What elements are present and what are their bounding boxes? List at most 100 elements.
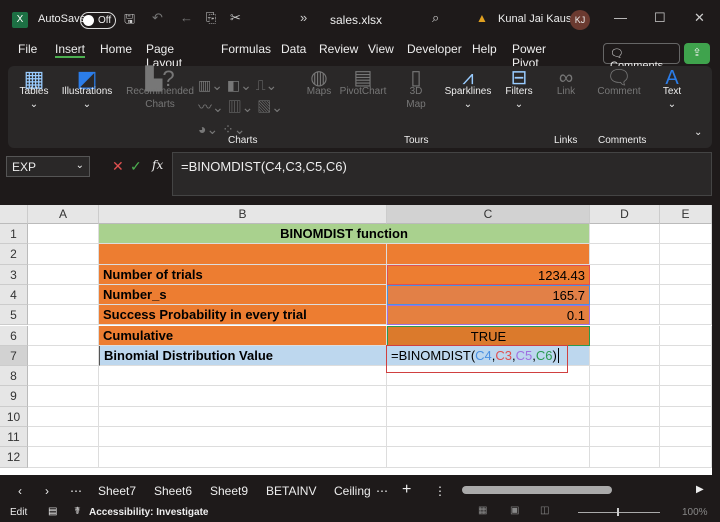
column-header-c[interactable]: C <box>387 205 590 224</box>
row-header[interactable]: 5 <box>0 305 28 326</box>
empty-cell[interactable] <box>660 386 712 407</box>
empty-cell[interactable] <box>660 305 712 326</box>
column-header-e[interactable]: E <box>660 205 712 224</box>
empty-cell[interactable] <box>590 224 660 245</box>
sparklines-button[interactable]: ⩘ Sparklines ⌄ <box>444 68 492 111</box>
empty-cell[interactable] <box>590 366 660 387</box>
add-sheet-icon[interactable]: + <box>402 481 411 499</box>
minimize-icon[interactable]: — <box>614 10 627 25</box>
formula-input[interactable]: =BINOMDIST(C4,C3,C5,C6) <box>172 152 712 196</box>
sheet-tab[interactable]: Sheet7 <box>98 484 136 498</box>
empty-cell[interactable] <box>660 406 712 427</box>
row-header[interactable]: 6 <box>0 325 28 346</box>
empty-cell[interactable] <box>660 427 712 448</box>
empty-cell[interactable] <box>590 386 660 407</box>
empty-cell[interactable] <box>660 264 712 285</box>
select-all[interactable] <box>0 205 28 224</box>
empty-cell[interactable] <box>28 406 99 427</box>
sheet-tab[interactable]: Sheet9 <box>210 484 248 498</box>
row-header[interactable]: 2 <box>0 244 28 265</box>
row-header[interactable]: 1 <box>0 224 28 245</box>
empty-cell[interactable] <box>28 345 99 367</box>
empty-cell[interactable] <box>590 406 660 427</box>
empty-cell[interactable] <box>590 305 660 326</box>
empty-cell[interactable] <box>28 305 99 326</box>
cell-c3[interactable]: 1234.43 <box>387 264 590 285</box>
macro-icon[interactable]: ▤ <box>48 506 57 517</box>
recommended-charts-button[interactable]: ▙? Recommended Charts <box>126 68 194 111</box>
empty-cell[interactable] <box>590 447 660 468</box>
file-name[interactable]: sales.xlsx <box>330 13 382 27</box>
tab-developer[interactable]: Developer <box>407 42 462 56</box>
empty-cell[interactable] <box>28 325 99 346</box>
tab-home[interactable]: Home <box>100 42 132 56</box>
more-icon[interactable]: » <box>300 10 307 25</box>
row-header[interactable]: 8 <box>0 366 28 387</box>
search-icon[interactable]: ⌕ <box>432 10 439 26</box>
share-button[interactable]: ⇪ <box>684 43 710 64</box>
pivotchart-button[interactable]: ▤ PivotChart <box>338 68 388 98</box>
sheet-tab[interactable]: Ceiling <box>334 484 371 498</box>
tab-help[interactable]: Help <box>472 42 497 56</box>
empty-cell[interactable] <box>99 366 387 387</box>
zoom-slider-thumb[interactable] <box>617 508 619 516</box>
tab-insert[interactable]: Insert <box>55 42 86 58</box>
cell-b5[interactable]: Success Probability in every trial <box>99 305 387 326</box>
empty-cell[interactable] <box>99 406 387 427</box>
empty-cell[interactable] <box>28 447 99 468</box>
empty-cell[interactable] <box>28 224 99 245</box>
more-sheets-icon[interactable]: ⋯ <box>70 484 82 498</box>
horizontal-scrollbar[interactable] <box>462 486 612 494</box>
empty-cell[interactable] <box>660 224 712 245</box>
row-header[interactable]: 3 <box>0 264 28 285</box>
filters-button[interactable]: ⊟ Filters ⌄ <box>504 68 534 111</box>
empty-cell[interactable] <box>660 366 712 387</box>
undo-icon[interactable]: ↶ <box>152 10 163 26</box>
maximize-icon[interactable]: ☐ <box>654 10 666 26</box>
chart-types-gallery[interactable]: ▥⌄ ◧⌄ ⎍⌄ 〰⌄ ▥⌄ ▧⌄ ◕⌄ ⁘⌄ <box>198 74 298 140</box>
empty-cell[interactable] <box>28 264 99 285</box>
tab-data[interactable]: Data <box>281 42 306 56</box>
prev-sheet-icon[interactable]: ‹ <box>18 484 22 498</box>
next-sheet-icon[interactable]: › <box>45 484 49 498</box>
illustrations-button[interactable]: ◩ Illustrations ⌄ <box>58 68 116 111</box>
cell-b6[interactable]: Cumulative <box>99 325 387 346</box>
empty-cell[interactable] <box>660 345 712 367</box>
zoom-slider[interactable] <box>578 512 660 513</box>
normal-view-icon[interactable]: ▦ <box>478 505 487 516</box>
empty-cell[interactable] <box>590 284 660 306</box>
empty-cell[interactable] <box>387 427 590 448</box>
tab-formulas[interactable]: Formulas <box>221 42 271 56</box>
cell-c2[interactable] <box>387 244 590 265</box>
fx-icon[interactable]: fx <box>152 158 163 172</box>
tab-file[interactable]: File <box>18 42 37 56</box>
row-header[interactable]: 11 <box>0 427 28 448</box>
row-header[interactable]: 9 <box>0 386 28 407</box>
row-header[interactable]: 12 <box>0 447 28 468</box>
cell-b7[interactable]: Binomial Distribution Value <box>99 345 387 367</box>
spreadsheet-grid[interactable]: A B C D E 1 2 3 4 5 6 7 8 9 10 11 12 BINOMDIST func… <box>0 205 712 475</box>
empty-cell[interactable] <box>660 447 712 468</box>
empty-cell[interactable] <box>387 447 590 468</box>
more-sheets-icon[interactable]: ⋯ <box>376 484 388 498</box>
sheet-tab[interactable]: Sheet6 <box>154 484 192 498</box>
empty-cell[interactable] <box>660 244 712 265</box>
page-layout-view-icon[interactable]: ▣ <box>510 505 519 516</box>
copy-icon[interactable]: ⎘ <box>206 10 216 26</box>
row-header[interactable]: 10 <box>0 406 28 427</box>
text-button[interactable]: A Text ⌄ <box>660 68 684 111</box>
column-header-d[interactable]: D <box>590 205 660 224</box>
maps-button[interactable]: ◍ Maps <box>304 68 334 98</box>
sheet-tab[interactable]: BETAINV <box>266 484 316 498</box>
empty-cell[interactable] <box>590 244 660 265</box>
empty-cell[interactable] <box>387 386 590 407</box>
cell-b2[interactable] <box>99 244 387 265</box>
empty-cell[interactable] <box>590 345 660 367</box>
cancel-icon[interactable]: ✕ <box>112 158 124 175</box>
empty-cell[interactable] <box>660 325 712 346</box>
cell-c5[interactable]: 0.1 <box>387 305 590 326</box>
scroll-right-icon[interactable]: ▶ <box>696 484 704 495</box>
cell-b4[interactable]: Number_s <box>99 284 387 306</box>
cell-c6[interactable]: TRUE <box>387 325 590 346</box>
accessibility-status[interactable]: Accessibility: Investigate <box>89 507 209 518</box>
